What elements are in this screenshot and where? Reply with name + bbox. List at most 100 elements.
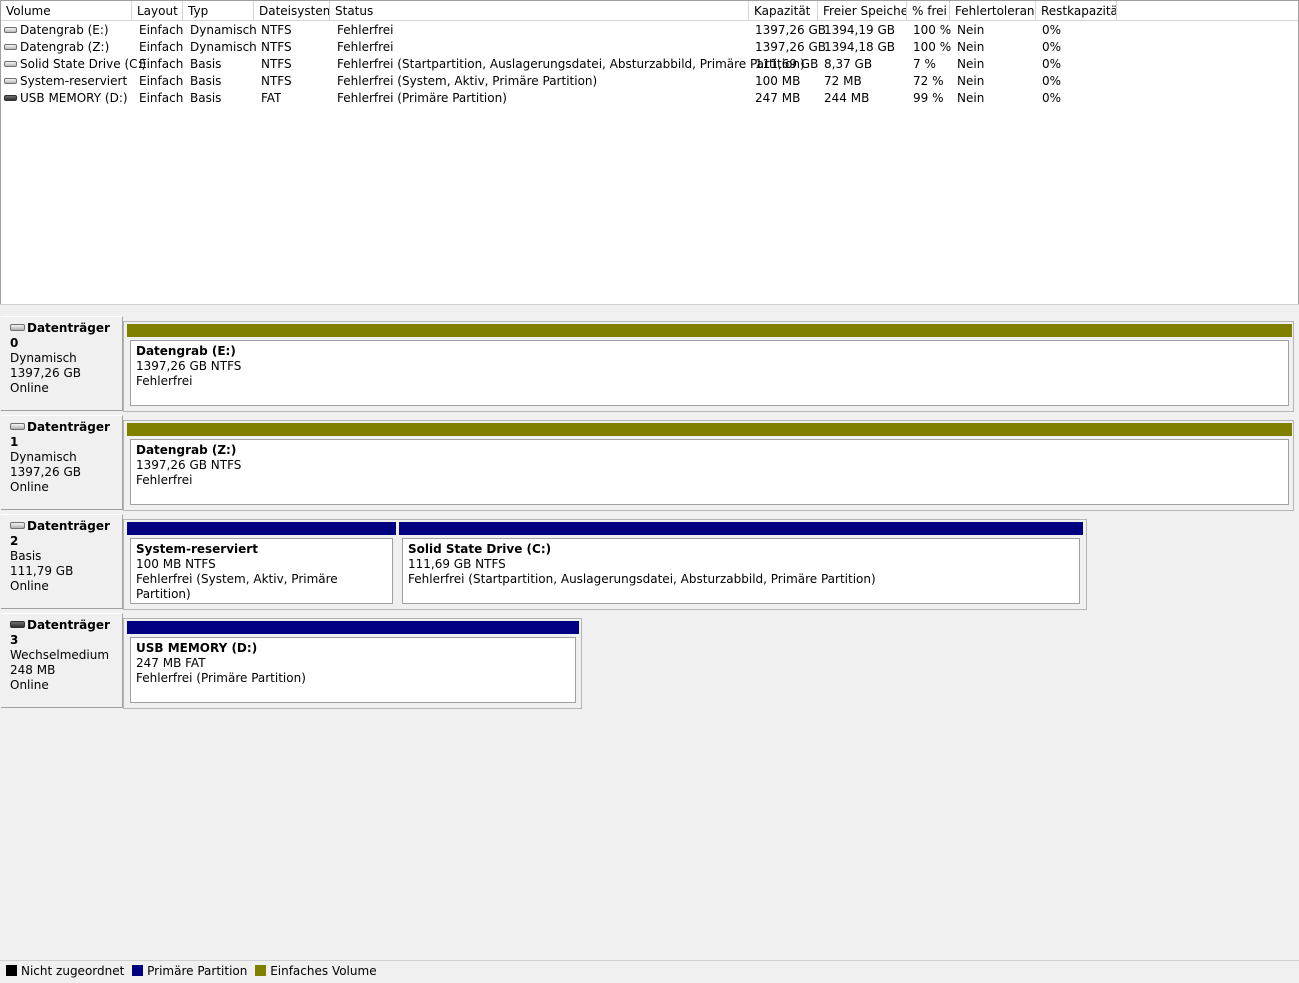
- volume-cell-frei: 1394,18 GB: [824, 39, 895, 56]
- column-header-status[interactable]: Status: [330, 1, 749, 20]
- volume-cell-volume: Datengrab (Z:): [4, 39, 109, 56]
- volume-cell-layout: Einfach: [139, 56, 183, 73]
- partition-size-fs: 111,69 GB NTFS: [408, 557, 506, 571]
- partition-info: Solid State Drive (C:) 111,69 GB NTFS Fehl…: [402, 538, 1080, 604]
- column-header-dateisystem[interactable]: Dateisystem: [254, 1, 330, 20]
- volume-cell-text: FAT: [261, 91, 282, 105]
- volume-cell-frei: 244 MB: [824, 90, 869, 107]
- partition-name: USB MEMORY (D:): [136, 641, 258, 655]
- volume-cell-text: 1394,19 GB: [824, 23, 895, 37]
- volume-cell-text: 0%: [1042, 40, 1062, 54]
- volume-cell-rest: 0%: [1042, 73, 1061, 90]
- disk-state: Online: [10, 678, 49, 692]
- partition-name: Solid State Drive (C:): [408, 542, 552, 556]
- volume-cell-text: 0%: [1042, 91, 1062, 105]
- volume-cell-volume: Solid State Drive (C:): [4, 56, 146, 73]
- volume-cell-text: 100 %: [913, 40, 952, 54]
- column-header-prozent-frei[interactable]: % frei: [907, 1, 950, 20]
- volume-row[interactable]: System-reserviert Einfach Basis NTFS Fehlerf…: [1, 73, 1298, 90]
- disk-row: Datenträger 0 Dynamisch 1397,26 GB Online Da…: [0, 316, 1299, 412]
- volume-row[interactable]: Datengrab (Z:) Einfach Dynamisch NTFS Fehler…: [1, 39, 1298, 56]
- partition-info: Datengrab (E:) 1397,26 GB NTFS Fehlerfrei: [130, 340, 1289, 406]
- partition-type-bar: [127, 522, 396, 535]
- volume-cell-typ: Basis: [190, 73, 221, 90]
- partition[interactable]: Solid State Drive (C:) 111,69 GB NTFS Fehl…: [399, 522, 1083, 607]
- volume-cell-text: Fehlerfrei: [337, 23, 394, 37]
- disk-partition-area: Datengrab (E:) 1397,26 GB NTFS Fehlerfrei: [123, 321, 1294, 412]
- volume-cell-layout: Einfach: [139, 22, 183, 39]
- volume-cell-text: NTFS: [261, 23, 292, 37]
- volume-cell-text: System-reserviert: [20, 74, 128, 88]
- volume-cell-volume: System-reserviert: [4, 73, 127, 90]
- volume-cell-fs: FAT: [261, 90, 281, 107]
- partition-info: USB MEMORY (D:) 247 MB FAT Fehlerfrei (Pri…: [130, 637, 576, 703]
- volume-cell-text: 8,37 GB: [824, 57, 873, 71]
- volume-cell-layout: Einfach: [139, 90, 183, 107]
- column-header-layout[interactable]: Layout: [132, 1, 183, 20]
- volume-cell-status: Fehlerfrei (System, Aktiv, Primäre Parti…: [337, 73, 597, 90]
- volume-cell-text: Einfach: [139, 23, 184, 37]
- volume-cell-text: 72 %: [913, 74, 944, 88]
- volume-cell-text: Basis: [190, 57, 222, 71]
- column-header-freier-speicher[interactable]: Freier Speicher: [818, 1, 907, 20]
- partition[interactable]: Datengrab (E:) 1397,26 GB NTFS Fehlerfrei: [127, 324, 1292, 409]
- volume-list[interactable]: Volume Layout Typ Dateisystem Status Kap…: [0, 0, 1299, 305]
- volume-row[interactable]: USB MEMORY (D:) Einfach Basis FAT Fehlerfrei…: [1, 90, 1298, 107]
- hdd-icon: [4, 43, 17, 50]
- disk-partition-area: USB MEMORY (D:) 247 MB FAT Fehlerfrei (Pri…: [123, 618, 582, 709]
- volume-cell-frei: 8,37 GB: [824, 56, 872, 73]
- volume-cell-frei: 1394,19 GB: [824, 22, 895, 39]
- volume-cell-text: Dynamisch: [190, 23, 257, 37]
- disk-size: 1397,26 GB: [10, 465, 81, 479]
- disk-label[interactable]: Datenträger 3 Wechselmedium 248 MB Online: [1, 613, 123, 708]
- partition[interactable]: USB MEMORY (D:) 247 MB FAT Fehlerfrei (Pri…: [127, 621, 579, 706]
- disk-graphical-view: Datenträger 0 Dynamisch 1397,26 GB Online Da…: [0, 310, 1299, 958]
- disk-type: Basis: [10, 549, 42, 563]
- column-header-restkapazitaet[interactable]: Restkapazität: [1036, 1, 1117, 20]
- disk-type: Wechselmedium: [10, 648, 110, 662]
- volume-cell-text: Solid State Drive (C:): [20, 57, 147, 71]
- partition-type-bar: [127, 423, 1292, 436]
- legend-swatch-primary: [132, 965, 144, 976]
- partition-status: Fehlerfrei: [136, 473, 193, 487]
- disk-row: Datenträger 2 Basis 111,79 GB Online System-…: [0, 514, 1299, 610]
- legend-label: Primäre Partition: [147, 964, 248, 978]
- volume-cell-pct: 99 %: [913, 90, 944, 107]
- disk-partition-area: System-reserviert 100 MB NTFS Fehlerfrei (…: [123, 519, 1087, 610]
- disk-title: Datenträger 1: [10, 420, 122, 450]
- hdd-icon: [4, 77, 17, 84]
- volume-row[interactable]: Solid State Drive (C:) Einfach Basis NTFS Fe…: [1, 56, 1298, 73]
- volume-cell-text: 0%: [1042, 23, 1062, 37]
- hdd-icon: [10, 324, 25, 331]
- volume-cell-text: Datengrab (Z:): [20, 40, 110, 54]
- volume-cell-status: Fehlerfrei (Primäre Partition): [337, 90, 507, 107]
- disk-title: Datenträger 3: [10, 618, 122, 648]
- volume-cell-text: Basis: [190, 91, 222, 105]
- volume-cell-pct: 7 %: [913, 56, 936, 73]
- legend-label: Einfaches Volume: [270, 964, 377, 978]
- usb-drive-icon: [4, 94, 17, 101]
- column-header-fehlertoleranz[interactable]: Fehlertoleranz: [950, 1, 1036, 20]
- volume-cell-text: Nein: [957, 74, 985, 88]
- disk-label[interactable]: Datenträger 0 Dynamisch 1397,26 GB Online: [1, 316, 123, 411]
- legend-item-primary: Primäre Partition: [132, 961, 247, 982]
- volume-cell-text: NTFS: [261, 74, 292, 88]
- disk-label[interactable]: Datenträger 1 Dynamisch 1397,26 GB Online: [1, 415, 123, 510]
- volume-cell-typ: Dynamisch: [190, 39, 257, 56]
- volume-cell-text: NTFS: [261, 57, 292, 71]
- column-header-typ[interactable]: Typ: [183, 1, 254, 20]
- volume-row[interactable]: Datengrab (E:) Einfach Dynamisch NTFS Fehler…: [1, 22, 1298, 39]
- volume-cell-text: Nein: [957, 23, 985, 37]
- volume-cell-text: Basis: [190, 74, 222, 88]
- column-header-kapazitaet[interactable]: Kapazität: [749, 1, 818, 20]
- volume-cell-text: 1397,26 GB: [755, 23, 826, 37]
- volume-cell-rest: 0%: [1042, 22, 1061, 39]
- volume-cell-text: 111,69 GB: [755, 57, 819, 71]
- volume-cell-ft: Nein: [957, 90, 984, 107]
- partition[interactable]: Datengrab (Z:) 1397,26 GB NTFS Fehlerfrei: [127, 423, 1292, 508]
- volume-cell-text: 72 MB: [824, 74, 862, 88]
- column-header-volume[interactable]: Volume: [1, 1, 132, 20]
- partition[interactable]: System-reserviert 100 MB NTFS Fehlerfrei (…: [127, 522, 396, 607]
- disk-row: Datenträger 3 Wechselmedium 248 MB Online US…: [0, 613, 1299, 709]
- disk-label[interactable]: Datenträger 2 Basis 111,79 GB Online: [1, 514, 123, 609]
